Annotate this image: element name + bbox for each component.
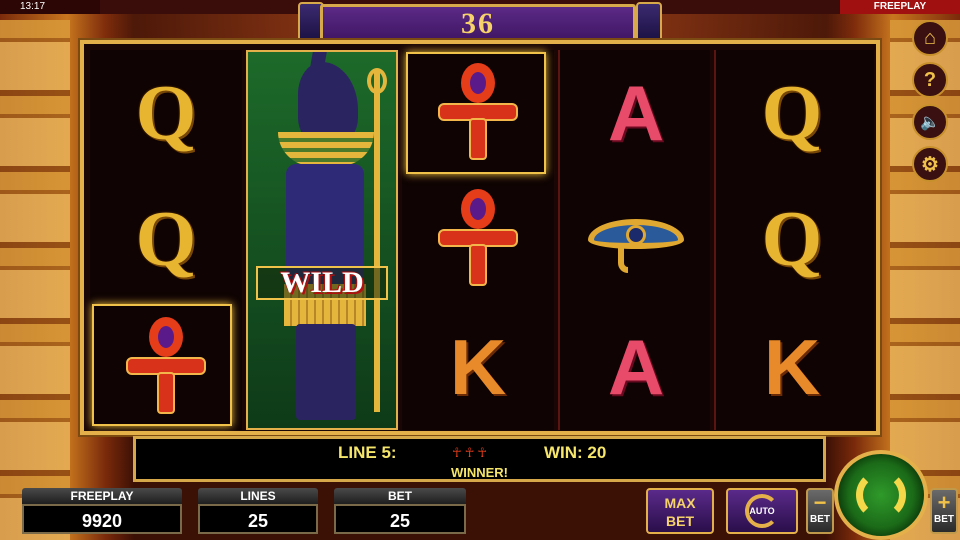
staff-icon <box>374 72 380 412</box>
home-icon[interactable]: ⌂ <box>912 20 948 56</box>
symbol-a: A <box>607 68 665 157</box>
line-label: LINE 5: <box>338 443 397 462</box>
anubis-icon <box>298 62 358 142</box>
counter-value: 36 <box>461 7 495 40</box>
spin-icon <box>856 470 906 520</box>
symbol-eye <box>560 176 712 302</box>
bet-label: BET <box>334 488 466 504</box>
ankh-icon: ☥☥☥ <box>452 445 491 460</box>
win-highlight <box>92 304 232 426</box>
help-icon[interactable]: ? <box>912 62 948 98</box>
settings-icon[interactable]: ⚙ <box>912 146 948 182</box>
autoplay-icon: AUTO <box>745 494 779 528</box>
reel-3: K <box>402 50 554 430</box>
symbol-q: Q <box>135 69 197 156</box>
symbol-a: A <box>607 322 665 411</box>
bet-increase-button[interactable]: + BET <box>930 488 958 534</box>
symbol-k: K <box>449 322 507 411</box>
lines-label: LINES <box>198 488 318 504</box>
mute-icon[interactable]: 🔈 <box>912 104 948 140</box>
symbol-q: Q <box>761 69 823 156</box>
wild-reel: WILD <box>246 50 398 430</box>
ankh-icon <box>433 189 523 289</box>
reel-1: Q Q <box>90 50 242 430</box>
reels-frame: Q Q WILD K A A Q Q K <box>80 40 880 435</box>
freeplay-panel: FREEPLAY 9920 <box>22 488 182 536</box>
symbol-q: Q <box>761 195 823 282</box>
wild-label: WILD <box>256 266 388 300</box>
bet-value: 25 <box>334 504 466 534</box>
freeplay-value: 9920 <box>22 504 182 534</box>
freeplay-label: FREEPLAY <box>22 488 182 504</box>
spin-button[interactable] <box>834 450 928 540</box>
win-message-bar: LINE 5: ☥☥☥ WIN: 20 WINNER! <box>133 436 826 482</box>
symbol-q: Q <box>135 195 197 282</box>
clock: 13:17 <box>0 0 100 14</box>
counter-plaque: 36 <box>320 4 636 44</box>
symbol-k: K <box>763 322 821 411</box>
lines-panel: LINES 25 <box>198 488 318 536</box>
bet-decrease-button[interactable]: − BET <box>806 488 834 534</box>
left-pillar <box>0 20 70 540</box>
win-amount: WIN: 20 <box>544 443 607 462</box>
reel-5: Q Q K <box>714 50 874 430</box>
eye-of-horus-icon <box>588 209 684 273</box>
plaque-cap-right <box>636 2 662 44</box>
lines-value: 25 <box>198 504 318 534</box>
autoplay-button[interactable]: AUTO <box>726 488 798 534</box>
bet-panel: BET 25 <box>334 488 466 536</box>
reel-4: A A <box>558 50 710 430</box>
symbol-ankh <box>402 176 554 302</box>
winner-text: WINNER! <box>450 465 509 480</box>
win-highlight <box>406 52 546 174</box>
mode-badge: FREEPLAY <box>840 0 960 14</box>
side-menu: ⌂ ? 🔈 ⚙ <box>912 20 954 188</box>
max-bet-button[interactable]: MAX BET <box>646 488 714 534</box>
